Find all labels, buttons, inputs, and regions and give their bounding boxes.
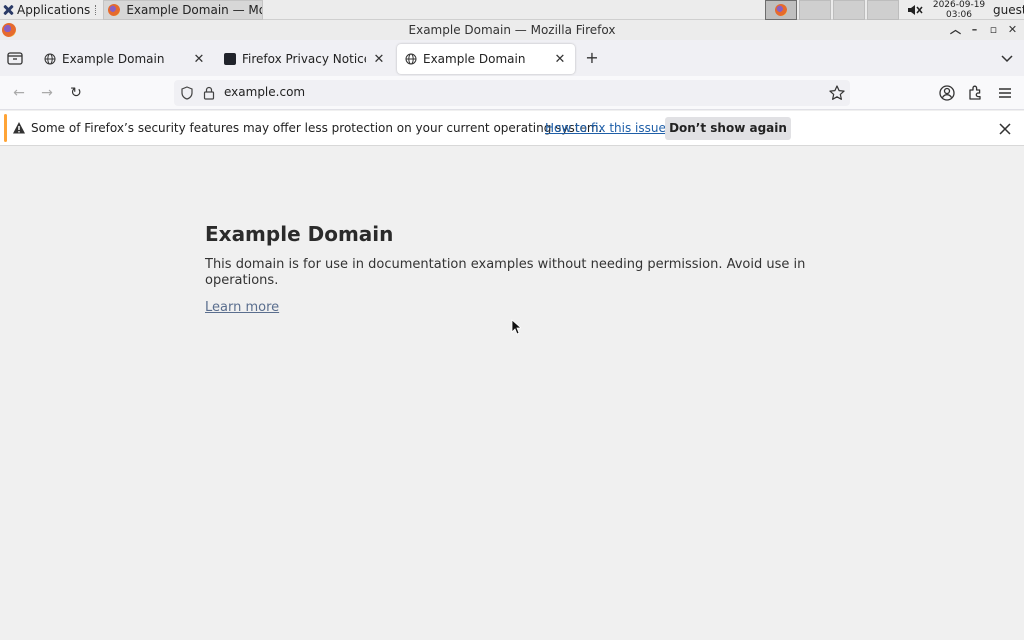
workspace-switcher bbox=[765, 0, 899, 20]
applications-menu-button[interactable]: Applications bbox=[0, 0, 101, 20]
maximize-button[interactable]: ▫ bbox=[986, 22, 1001, 37]
url-text[interactable]: example.com bbox=[224, 85, 305, 99]
page-title: Example Domain bbox=[205, 222, 394, 246]
tab-example-domain-1[interactable]: Example Domain ✕ bbox=[36, 44, 214, 74]
workspace-3[interactable] bbox=[833, 0, 865, 20]
shade-button[interactable]: ︿ bbox=[948, 22, 963, 37]
security-notification-bar: Some of Firefox’s security features may … bbox=[0, 111, 1024, 146]
notification-message: Some of Firefox’s security features may … bbox=[31, 121, 603, 135]
forward-button[interactable]: → bbox=[38, 84, 56, 102]
taskbar-item-label: Example Domain — Mo... bbox=[126, 2, 264, 17]
clock[interactable]: 2026-09-19 03:06 bbox=[928, 0, 990, 20]
reload-button[interactable]: ↻ bbox=[67, 84, 85, 102]
new-tab-button[interactable]: + bbox=[583, 49, 601, 67]
tab-label: Example Domain bbox=[62, 52, 165, 66]
page-content: Example Domain This domain is for use in… bbox=[0, 147, 1024, 640]
close-tab-icon[interactable]: ✕ bbox=[192, 52, 206, 67]
page-description: This domain is for use in documentation … bbox=[205, 257, 806, 288]
workspace-2[interactable] bbox=[799, 0, 831, 20]
close-tab-icon[interactable]: ✕ bbox=[553, 52, 567, 67]
tab-label: Example Domain bbox=[423, 52, 526, 66]
bookmark-star-icon[interactable] bbox=[828, 84, 846, 102]
close-tab-icon[interactable]: ✕ bbox=[372, 52, 386, 67]
taskbar-item-firefox[interactable]: Example Domain — Mo... bbox=[103, 0, 264, 20]
workspace-4[interactable] bbox=[867, 0, 899, 20]
window-title: Example Domain — Mozilla Firefox bbox=[408, 23, 616, 37]
applications-icon bbox=[2, 4, 14, 16]
tab-label: Firefox Privacy Notice — bbox=[242, 52, 366, 66]
warning-icon bbox=[13, 122, 25, 134]
hamburger-menu-icon[interactable] bbox=[996, 84, 1014, 102]
tab-example-domain-2[interactable]: Example Domain ✕ bbox=[397, 44, 575, 74]
back-button[interactable]: ← bbox=[10, 84, 28, 102]
shield-icon[interactable] bbox=[181, 86, 193, 100]
workspace-1[interactable] bbox=[765, 0, 797, 20]
tab-firefox-privacy-notice[interactable]: Firefox Privacy Notice — ✕ bbox=[216, 44, 394, 74]
minimize-button[interactable]: – bbox=[967, 22, 982, 37]
mouse-cursor-icon bbox=[511, 319, 521, 335]
url-bar[interactable]: example.com bbox=[174, 80, 850, 106]
firefox-icon bbox=[775, 4, 787, 16]
window-titlebar: Example Domain — Mozilla Firefox ︿ – ▫ ✕ bbox=[0, 20, 1024, 40]
account-icon[interactable] bbox=[938, 84, 956, 102]
extensions-puzzle-icon[interactable] bbox=[967, 84, 985, 102]
learn-more-link[interactable]: Learn more bbox=[205, 300, 279, 315]
volume-muted-icon[interactable] bbox=[907, 3, 923, 17]
user-menu[interactable]: guest bbox=[993, 3, 1024, 17]
window-controls: ︿ – ▫ ✕ bbox=[948, 22, 1020, 37]
clock-time: 03:06 bbox=[946, 9, 972, 20]
chevron-down-icon[interactable] bbox=[999, 50, 1015, 66]
firefox-view-icon[interactable] bbox=[6, 50, 24, 66]
how-to-fix-link[interactable]: How to fix this issue bbox=[545, 121, 666, 135]
dark-square-icon bbox=[224, 53, 236, 65]
dont-show-again-button[interactable]: Don’t show again bbox=[665, 117, 791, 140]
firefox-icon bbox=[108, 3, 121, 16]
panel-separator bbox=[95, 4, 97, 15]
globe-icon bbox=[44, 53, 56, 65]
close-icon[interactable] bbox=[997, 121, 1013, 137]
applications-label: Applications bbox=[17, 2, 91, 17]
globe-icon bbox=[405, 53, 417, 65]
close-window-button[interactable]: ✕ bbox=[1005, 22, 1020, 37]
notification-accent bbox=[4, 114, 7, 142]
tab-strip: Example Domain ✕ Firefox Privacy Notice … bbox=[0, 40, 1024, 76]
lock-icon[interactable] bbox=[203, 86, 215, 100]
navigation-toolbar: ← → ↻ example.com bbox=[0, 76, 1024, 110]
firefox-window-icon bbox=[2, 23, 16, 37]
